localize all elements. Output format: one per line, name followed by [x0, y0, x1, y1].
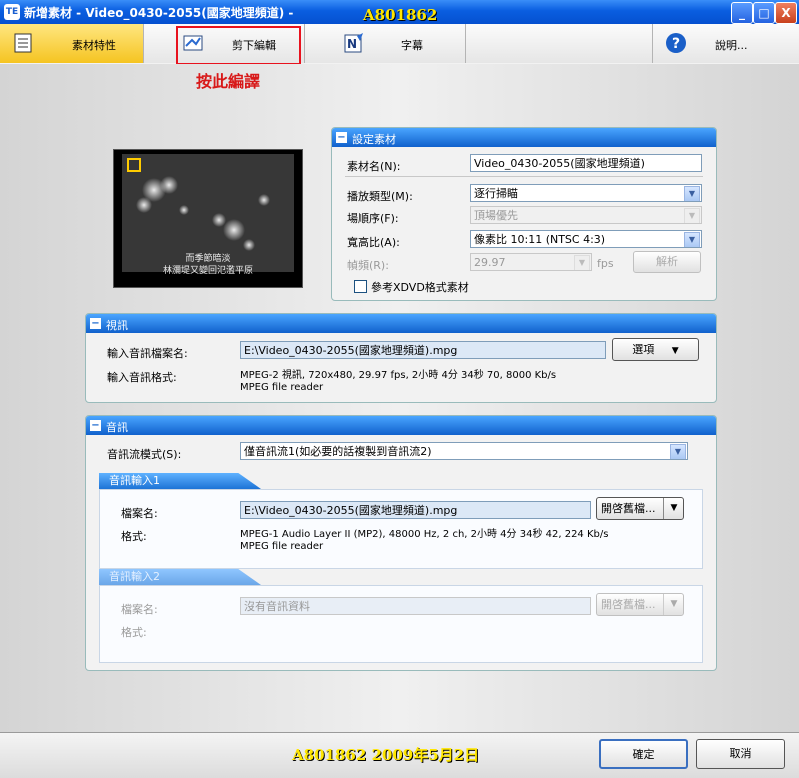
watermark-bottom: A801862 2009年5月2日	[292, 746, 480, 764]
chevron-down-icon[interactable]: ▼	[684, 232, 700, 247]
cancel-button[interactable]: 取消	[696, 739, 785, 769]
panel-title: 設定素材	[352, 133, 396, 146]
window-title: 新增素材 - Video_0430-2055(國家地理頻道) -	[24, 6, 294, 20]
caption-line: 林瀰堤又變回氾濫平原	[162, 266, 253, 276]
audio2-open-button[interactable]: 開啓舊檔... ▼	[596, 593, 684, 616]
clip-name-input[interactable]: Video_0430-2055(國家地理頻道)	[470, 154, 702, 172]
tab-label: 素材特性	[72, 39, 116, 52]
tab-label: 字幕	[401, 39, 423, 52]
tab-bar: 素材特性 剪下編輯 N 字幕 ? 說明...	[0, 24, 799, 65]
audio1-file-input[interactable]: E:\Video_0430-2055(國家地理頻道).mpg	[240, 501, 591, 519]
format-line: MPEG file reader	[240, 541, 324, 552]
video-format-label: 輸入音訊格式:	[107, 371, 177, 384]
aspect-ratio-select[interactable]: 像素比 10:11 (NTSC 4:3) ▼	[470, 230, 702, 248]
aspect-ratio-label: 寬高比(A):	[347, 236, 400, 249]
clip-name-label: 素材名(N):	[347, 160, 401, 173]
collapse-icon[interactable]: −	[90, 420, 101, 431]
video-preview: 而季節暗淡 林瀰堤又變回氾濫平原	[113, 149, 303, 288]
audio-input1-header: 音訊輸入1	[99, 473, 261, 489]
chevron-down-icon[interactable]: ▼	[684, 186, 700, 201]
format-line: MPEG file reader	[240, 382, 324, 393]
panel-title: 音訊	[106, 421, 128, 434]
tab-spacer	[466, 24, 653, 63]
tab-subtitles[interactable]: N 字幕	[305, 24, 466, 63]
ok-button[interactable]: 確定	[599, 739, 688, 769]
field-order-select: 頂場優先 ▼	[470, 206, 702, 224]
select-value: 逐行掃瞄	[474, 187, 518, 200]
svg-text:N: N	[347, 37, 357, 51]
video-format-info: MPEG-2 視訊, 720x480, 29.97 fps, 2小時 4分 34…	[240, 370, 556, 394]
field-order-label: 場順序(F):	[347, 212, 399, 225]
panel-title: 視訊	[106, 319, 128, 332]
xdvd-label: 參考XDVD格式素材	[371, 281, 469, 294]
dropdown-arrow-icon: ▼	[671, 346, 679, 356]
video-file-input[interactable]: E:\Video_0430-2055(國家地理頻道).mpg	[240, 341, 606, 359]
chevron-down-icon: ▼	[574, 255, 590, 270]
select-value: 僅音訊流1(如必要的話複製到音訊流2)	[244, 445, 432, 458]
caption-line: 而季節暗淡	[185, 254, 231, 264]
tab-label: 說明...	[715, 39, 748, 52]
annotation-text: 按此編譯	[196, 72, 261, 91]
audio2-file-label: 檔案名:	[121, 603, 158, 616]
highlight-box	[176, 26, 301, 65]
fps-unit: fps	[597, 257, 614, 270]
close-button[interactable]: X	[775, 2, 797, 24]
audio1-open-button[interactable]: 開啓舊檔... ▼	[596, 497, 684, 520]
playback-type-select[interactable]: 逐行掃瞄 ▼	[470, 184, 702, 202]
help-icon: ?	[666, 33, 686, 53]
chevron-down-icon[interactable]: ▼	[670, 444, 686, 459]
stream-mode-label: 音訊流模式(S):	[107, 448, 182, 461]
button-label: 開啓舊檔...	[601, 598, 656, 611]
video-file-label: 輸入音訊檔案名:	[107, 347, 188, 360]
button-label: 開啓舊檔...	[601, 502, 656, 515]
tab-help[interactable]: ? 說明...	[653, 24, 799, 63]
stream-mode-select[interactable]: 僅音訊流1(如必要的話複製到音訊流2) ▼	[240, 442, 688, 460]
divider	[345, 176, 703, 177]
chevron-down-icon: ▼	[684, 208, 700, 223]
format-line: MPEG-2 視訊, 720x480, 29.97 fps, 2小時 4分 34…	[240, 370, 557, 381]
watermark-top: A801862	[363, 6, 438, 24]
audio-panel-header[interactable]: − 音訊	[86, 416, 716, 435]
subtitle-icon: N	[344, 33, 363, 53]
frame-rate-label: 幀頻(R):	[347, 259, 389, 272]
select-value: 29.97	[474, 256, 506, 269]
audio2-format-label: 格式:	[121, 626, 147, 639]
playback-type-label: 播放類型(M):	[347, 190, 413, 203]
analyze-button[interactable]: 解析	[633, 251, 701, 273]
select-value: 像素比 10:11 (NTSC 4:3)	[474, 233, 606, 246]
title-bar: TE 新增素材 - Video_0430-2055(國家地理頻道) - A801…	[0, 0, 799, 24]
settings-panel-header[interactable]: − 設定素材	[332, 128, 716, 147]
audio-input2-header: 音訊輸入2	[99, 569, 261, 585]
app-icon: TE	[4, 4, 20, 20]
collapse-icon[interactable]: −	[336, 132, 347, 143]
dropdown-arrow-icon: ▼	[663, 594, 684, 615]
collapse-icon[interactable]: −	[90, 318, 101, 329]
preview-caption: 而季節暗淡 林瀰堤又變回氾濫平原	[114, 253, 302, 277]
options-button[interactable]: 選項 ▼	[612, 338, 699, 361]
minimize-button[interactable]: _	[731, 2, 753, 24]
audio1-format-info: MPEG-1 Audio Layer II (MP2), 48000 Hz, 2…	[240, 529, 608, 553]
tab-clip-properties[interactable]: 素材特性	[0, 24, 144, 63]
xdvd-checkbox[interactable]	[354, 280, 367, 293]
button-label: 選項	[632, 343, 655, 356]
audio1-format-label: 格式:	[121, 530, 147, 543]
video-panel-header[interactable]: − 視訊	[86, 314, 716, 333]
svg-text:?: ?	[672, 36, 680, 52]
format-line: MPEG-1 Audio Layer II (MP2), 48000 Hz, 2…	[240, 529, 609, 540]
audio2-file-input: 沒有音訊資料	[240, 597, 591, 615]
properties-icon	[14, 33, 32, 53]
maximize-button[interactable]: □	[753, 2, 775, 24]
select-value: 頂場優先	[474, 209, 518, 222]
dropdown-arrow-icon[interactable]: ▼	[663, 498, 684, 519]
audio1-file-label: 檔案名:	[121, 507, 158, 520]
frame-rate-select: 29.97 ▼	[470, 253, 592, 271]
